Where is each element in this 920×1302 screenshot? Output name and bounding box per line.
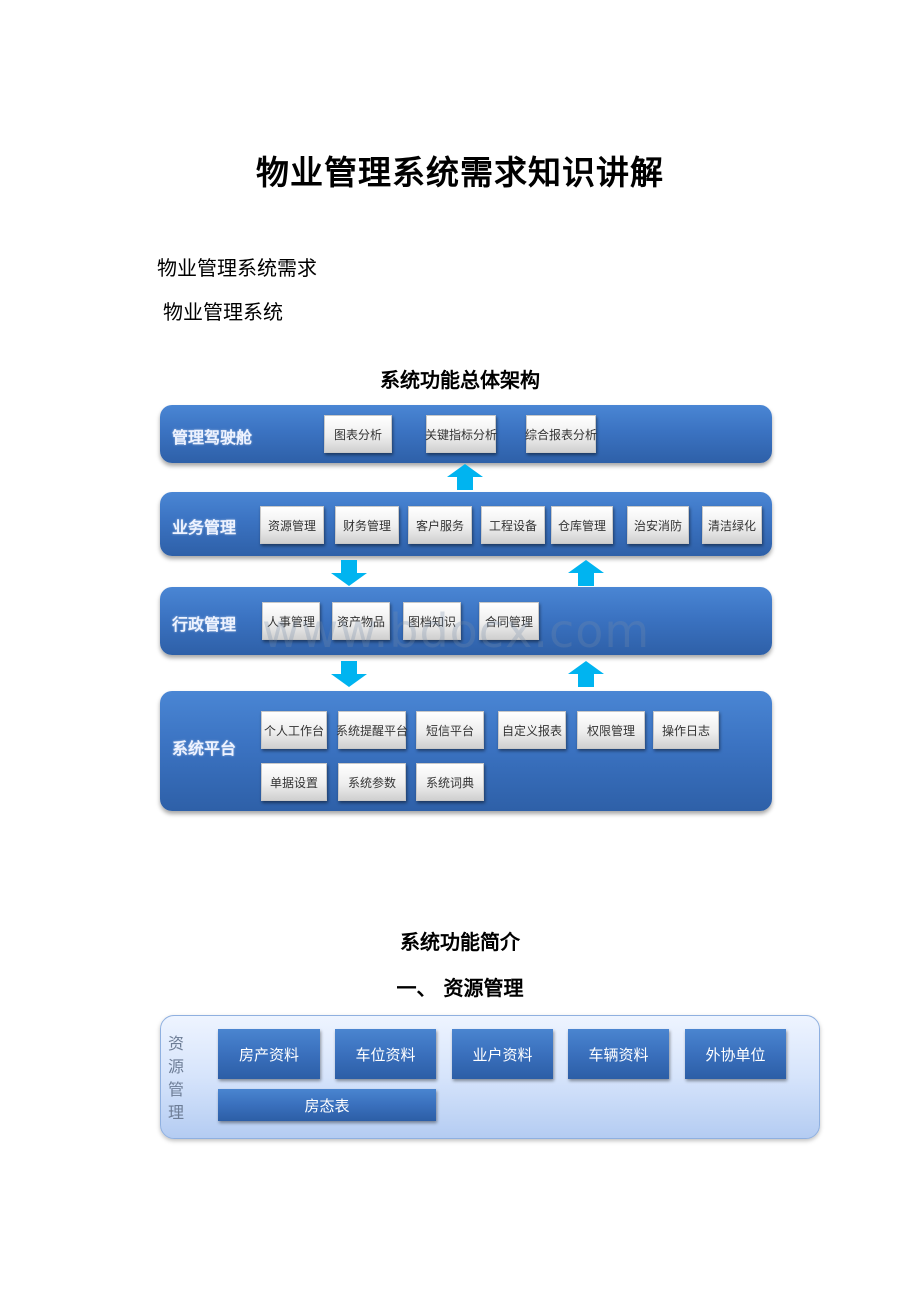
resource-item: 车辆资料: [568, 1029, 669, 1079]
resource-item: 车位资料: [335, 1029, 436, 1079]
panel-label: 资源管理: [167, 1034, 184, 1122]
resource-item: 房产资料: [218, 1029, 320, 1079]
module-box: 操作日志: [653, 711, 719, 749]
module-box: 仓库管理: [551, 506, 613, 544]
layer-label: 业务管理: [172, 518, 237, 537]
arrow-up-icon: [568, 560, 604, 586]
document-title: 物业管理系统需求知识讲解: [256, 153, 664, 192]
module-box: 资产物品: [332, 602, 390, 640]
module-box: 综合报表分析: [525, 415, 597, 453]
module-box: 系统词典: [416, 763, 484, 801]
layer-administration: 行政管理 人事管理 资产物品 图档知识 合同管理: [160, 587, 772, 655]
layer-label: 系统平台: [172, 739, 237, 758]
module-box: 图档知识: [403, 602, 461, 640]
resource-item: 业户资料: [452, 1029, 553, 1079]
module-box: 单据设置: [261, 763, 327, 801]
module-box: 客户服务: [408, 506, 472, 544]
resource-item: 外协单位: [685, 1029, 786, 1079]
layer-label: 行政管理: [172, 615, 237, 634]
module-box: 人事管理: [262, 602, 320, 640]
resource-item: 房态表: [218, 1089, 436, 1121]
layer-system-platform: 系统平台 个人工作台 系统提醒平台 短信平台 自定义报表 权限管理 操作日志 单…: [160, 691, 772, 811]
module-box: 清洁绿化: [702, 506, 762, 544]
module-box: 个人工作台: [261, 711, 327, 749]
module-box: 资源管理: [260, 506, 324, 544]
module-box: 系统提醒平台: [336, 711, 408, 749]
subtitle-system: 物业管理系统: [163, 300, 283, 324]
module-box: 权限管理: [577, 711, 645, 749]
module-box: 短信平台: [416, 711, 484, 749]
section-heading-resource-management: 一、 资源管理: [396, 976, 524, 1000]
arrow-down-icon: [331, 560, 367, 586]
intro-title: 系统功能简介: [400, 930, 520, 954]
module-box: 治安消防: [627, 506, 689, 544]
layer-label: 管理驾驶舱: [172, 428, 253, 447]
module-box: 工程设备: [481, 506, 545, 544]
subtitle-requirements: 物业管理系统需求: [157, 256, 317, 280]
module-box: 系统参数: [338, 763, 406, 801]
module-box: 财务管理: [335, 506, 399, 544]
module-box: 合同管理: [479, 602, 539, 640]
layer-management-cockpit: 管理驾驶舱 图表分析 关键指标分析 综合报表分析: [160, 405, 772, 463]
arrow-up-icon: [447, 464, 483, 490]
arrow-up-icon: [568, 661, 604, 687]
module-box: 图表分析: [324, 415, 392, 453]
resource-management-panel: 资源管理 房产资料 车位资料 业户资料 车辆资料 外协单位 房态表: [160, 1015, 820, 1139]
arrow-down-icon: [331, 661, 367, 687]
module-box: 自定义报表: [498, 711, 566, 749]
layer-business-management: 业务管理 资源管理 财务管理 客户服务 工程设备 仓库管理 治安消防 清洁绿化: [160, 492, 772, 556]
module-box: 关键指标分析: [425, 415, 497, 453]
architecture-title: 系统功能总体架构: [380, 368, 540, 392]
